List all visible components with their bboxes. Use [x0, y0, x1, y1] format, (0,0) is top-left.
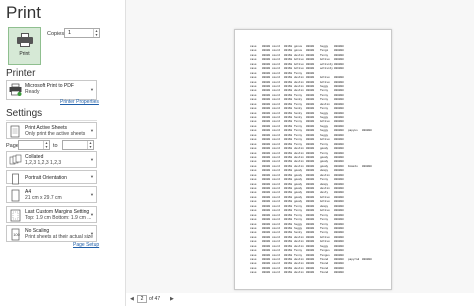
- pages-from-spinner[interactable]: ▲ ▼: [43, 141, 49, 149]
- preview-cell: 000000: [362, 164, 372, 168]
- chevron-down-icon: ▼: [90, 87, 94, 92]
- collation-dropdown[interactable]: Collated 1,2,3 1,2,3 1,2,3 ▼: [6, 151, 97, 168]
- preview-cell: found: [320, 271, 329, 275]
- preview-cell: 000000: [334, 67, 344, 71]
- preview-cell: 000000: [362, 129, 372, 133]
- copies-input[interactable]: 1 ▲ ▼: [64, 28, 100, 38]
- print-what-description: Only print the active sheets: [25, 131, 86, 137]
- preview-cell: count: [272, 271, 281, 275]
- svg-text:100: 100: [13, 232, 20, 237]
- chevron-down-icon: ▼: [90, 230, 94, 236]
- collation-description: 1,2,3 1,2,3 1,2,3: [25, 160, 62, 166]
- chevron-down-icon: ▼: [90, 156, 94, 162]
- preview-row: case 00000 count 00168 dustin 00000 found 00000…: [250, 271, 376, 275]
- pages-to-spinner[interactable]: ▲ ▼: [87, 141, 93, 149]
- preview-cell: dustin: [294, 271, 304, 275]
- sheet-icon: [9, 125, 22, 138]
- settings-section-title: Settings: [6, 108, 43, 119]
- next-page-icon[interactable]: ▶: [170, 296, 174, 302]
- paper-icon: [9, 189, 22, 202]
- printer-icon: [9, 83, 22, 96]
- scaling-icon: 100: [9, 228, 22, 241]
- page-navigation: ◀ 2 of 47 ▶: [126, 293, 474, 306]
- pages-to-input[interactable]: ▲ ▼: [62, 140, 94, 150]
- copies-label: Copies:: [47, 31, 66, 37]
- printer-properties-link[interactable]: Printer Properties: [60, 99, 99, 105]
- preview-cell: 000000: [362, 258, 372, 261]
- chevron-down-icon: ▼: [90, 211, 94, 217]
- printer-status: Ready: [25, 89, 40, 95]
- print-button-label: Print: [19, 51, 30, 57]
- scaling-dropdown[interactable]: 100 No Scaling Print sheets at their act…: [6, 225, 97, 242]
- print-button[interactable]: Print: [8, 27, 41, 65]
- chevron-down-icon: ▼: [90, 191, 94, 197]
- preview-cell: 00168: [284, 271, 293, 275]
- settings-divider: [6, 120, 97, 121]
- margins-description: Top: 1.9 cm Bottom: 1.9 cm ...: [25, 215, 92, 221]
- margins-icon: [9, 209, 22, 222]
- print-what-dropdown[interactable]: Print Active Sheets Only print the activ…: [6, 122, 97, 139]
- printer-section-title: Printer: [6, 68, 36, 79]
- pages-from-input[interactable]: ▲ ▼: [18, 140, 50, 150]
- current-page-input[interactable]: 2: [137, 295, 147, 303]
- collate-icon: [9, 154, 22, 167]
- page-count-label: of 47: [149, 296, 161, 302]
- page-setup-link[interactable]: Page Setup: [73, 242, 99, 248]
- printer-icon: [16, 33, 33, 47]
- copies-value: 1: [68, 30, 72, 36]
- printer-dropdown[interactable]: Microsoft Print to PDF Ready ▼: [6, 80, 97, 100]
- preview-cell: activity: [320, 67, 333, 71]
- preview-cell: case: [250, 271, 257, 275]
- orientation-value: Portrait Orientation: [25, 175, 67, 181]
- chevron-down-icon: ▼: [90, 127, 94, 133]
- preview-cell: 000000: [334, 271, 344, 275]
- preview-cell: 00000: [306, 271, 315, 275]
- margins-dropdown[interactable]: Last Custom Margins Setting Top: 1.9 cm …: [6, 206, 97, 223]
- preview-page: case 00000 count 00168 genus 00000 huggy 000000…: [234, 29, 392, 290]
- preview-cell: 00000: [262, 271, 271, 275]
- paper-size-dimensions: 21 cm x 29.7 cm: [25, 195, 62, 201]
- page-title: Print: [6, 3, 41, 22]
- copies-spinner[interactable]: ▲ ▼: [93, 29, 99, 37]
- preview-rows: case 00000 count 00168 genus 00000 huggy 000000…: [250, 45, 376, 276]
- orientation-dropdown[interactable]: Portrait Orientation ▼: [6, 170, 97, 185]
- previous-page-icon[interactable]: ◀: [130, 296, 134, 302]
- paper-size-dropdown[interactable]: A4 21 cm x 29.7 cm ▼: [6, 186, 97, 203]
- scaling-description: Print sheets at their actual size: [25, 234, 94, 240]
- portrait-icon: [9, 172, 22, 185]
- pages-to-label: to: [53, 143, 58, 149]
- chevron-down-icon: ▼: [90, 174, 94, 179]
